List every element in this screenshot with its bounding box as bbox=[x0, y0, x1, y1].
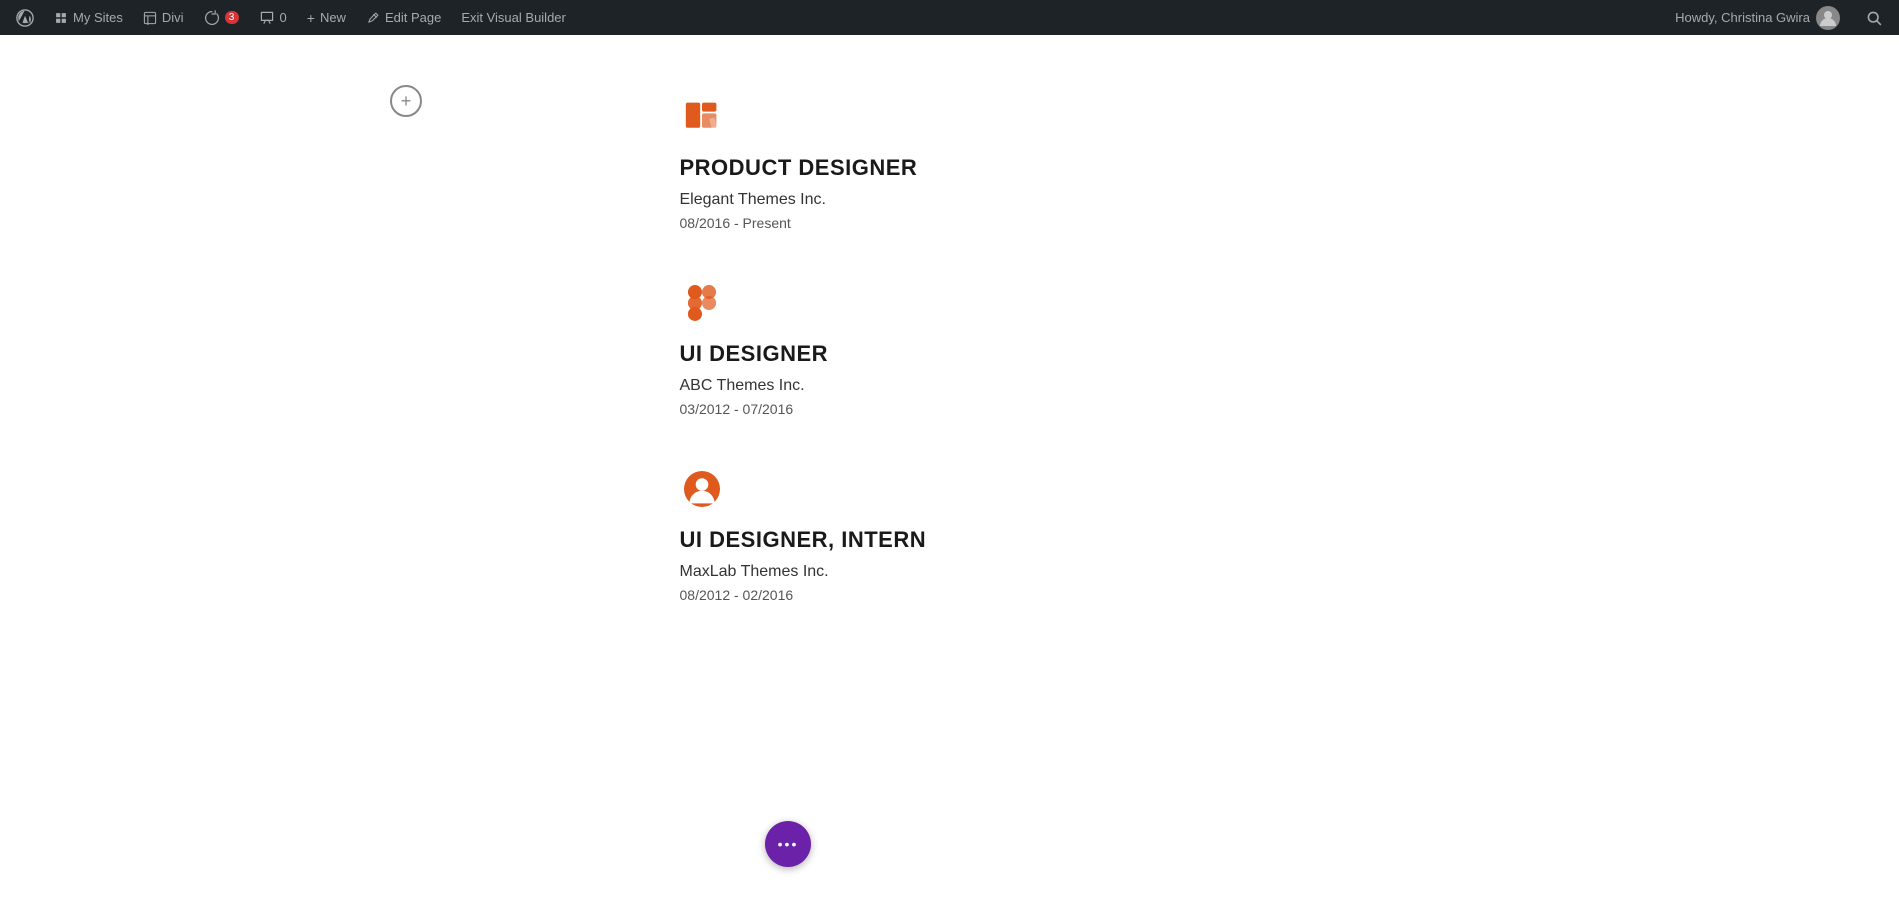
search-button[interactable] bbox=[1856, 0, 1891, 35]
palette-icon bbox=[684, 99, 720, 135]
adminbar-left: My Sites Divi 3 0 + bbox=[8, 0, 1667, 35]
howdy-label: Howdy, Christina Gwira bbox=[1675, 10, 1810, 25]
experience-item-1: PRODUCT DESIGNER Elegant Themes Inc. 08/… bbox=[680, 95, 1280, 231]
exp-dates-3: 08/2012 - 02/2016 bbox=[680, 587, 1280, 603]
wordpress-icon bbox=[16, 9, 34, 27]
experience-container: PRODUCT DESIGNER Elegant Themes Inc. 08/… bbox=[680, 75, 1280, 603]
divi-item[interactable]: Divi bbox=[135, 0, 192, 35]
page-content: + PRODUCT DESIGNER Elegant Themes Inc. 0… bbox=[0, 35, 1899, 897]
exp-icon-3 bbox=[680, 467, 724, 511]
new-item[interactable]: + New bbox=[299, 0, 354, 35]
howdy-item[interactable]: Howdy, Christina Gwira bbox=[1667, 6, 1848, 30]
exit-vb-label: Exit Visual Builder bbox=[461, 10, 566, 25]
divi-icon bbox=[143, 11, 157, 25]
exp-company-2: ABC Themes Inc. bbox=[680, 377, 1280, 395]
fab-icon: ••• bbox=[778, 836, 799, 852]
exp-company-3: MaxLab Themes Inc. bbox=[680, 563, 1280, 581]
updates-badge: 3 bbox=[225, 11, 239, 24]
add-section-icon: + bbox=[401, 91, 412, 112]
exp-title-3: UI DESIGNER, INTERN bbox=[680, 527, 1280, 553]
add-section-button[interactable]: + bbox=[390, 85, 422, 117]
my-sites-item[interactable]: My Sites bbox=[46, 0, 131, 35]
my-sites-icon bbox=[54, 11, 68, 25]
person-icon bbox=[684, 471, 720, 507]
exp-icon-2 bbox=[680, 281, 724, 325]
comments-item[interactable]: 0 bbox=[251, 0, 295, 35]
exp-dates-1: 08/2016 - Present bbox=[680, 215, 1280, 231]
figma-icon bbox=[684, 285, 720, 321]
exp-icon-1 bbox=[680, 95, 724, 139]
exp-title-1: PRODUCT DESIGNER bbox=[680, 155, 1280, 181]
edit-page-item[interactable]: Edit Page bbox=[358, 0, 449, 35]
updates-item[interactable]: 3 bbox=[196, 0, 247, 35]
exit-vb-item[interactable]: Exit Visual Builder bbox=[453, 0, 574, 35]
avatar bbox=[1816, 6, 1840, 30]
new-label: New bbox=[320, 10, 346, 25]
admin-bar: My Sites Divi 3 0 + bbox=[0, 0, 1899, 35]
wp-logo-item[interactable] bbox=[8, 0, 42, 35]
exp-company-1: Elegant Themes Inc. bbox=[680, 191, 1280, 209]
comments-icon bbox=[259, 10, 275, 26]
divi-label: Divi bbox=[162, 10, 184, 25]
exp-title-2: UI DESIGNER bbox=[680, 341, 1280, 367]
new-icon: + bbox=[307, 10, 315, 26]
search-icon bbox=[1866, 10, 1882, 26]
updates-icon bbox=[204, 10, 220, 26]
exp-dates-2: 03/2012 - 07/2016 bbox=[680, 401, 1280, 417]
fab-button[interactable]: ••• bbox=[765, 821, 811, 867]
experience-item-2: UI DESIGNER ABC Themes Inc. 03/2012 - 07… bbox=[680, 281, 1280, 417]
edit-icon bbox=[366, 11, 380, 25]
edit-page-label: Edit Page bbox=[385, 10, 441, 25]
comments-count: 0 bbox=[280, 10, 287, 25]
my-sites-label: My Sites bbox=[73, 10, 123, 25]
experience-item-3: UI DESIGNER, INTERN MaxLab Themes Inc. 0… bbox=[680, 467, 1280, 603]
adminbar-right: Howdy, Christina Gwira bbox=[1667, 0, 1891, 35]
